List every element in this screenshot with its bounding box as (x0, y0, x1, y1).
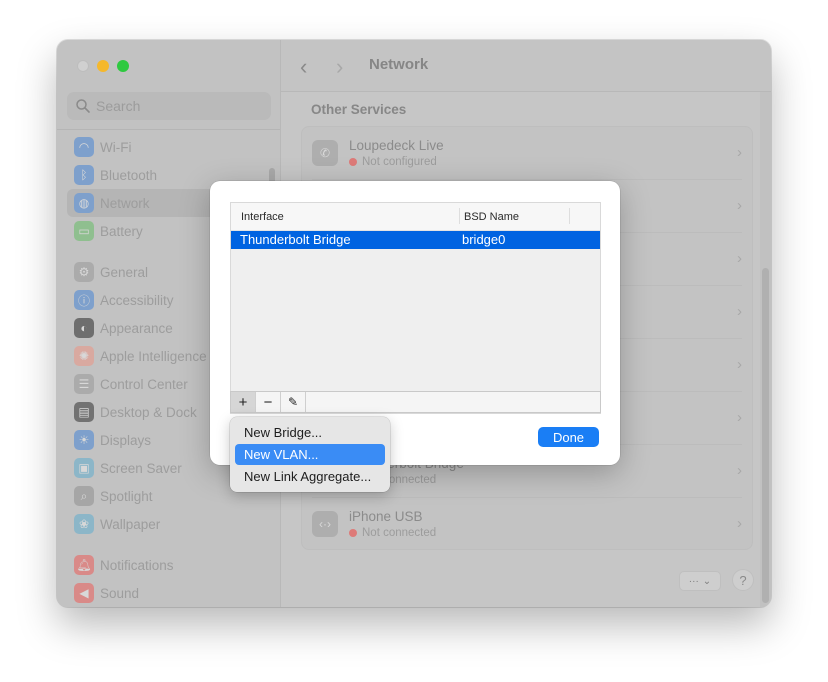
more-actions-button[interactable]: ··· ⌄ (679, 571, 721, 591)
interface-cell: Thunderbolt Bridge (240, 232, 351, 247)
minimize-button[interactable] (97, 60, 109, 72)
edit-button[interactable]: ✎ (281, 392, 306, 412)
sidebar-item-label: Battery (100, 223, 143, 239)
service-row-iphone-usb[interactable]: ‹·› iPhone USB Not connected › (302, 498, 752, 551)
apple-intelligence-icon: ✺ (74, 346, 94, 366)
table-row[interactable]: Thunderbolt Bridge bridge0 (231, 231, 600, 249)
screen-saver-icon: ▣ (74, 458, 94, 478)
main-scrollbar[interactable] (762, 268, 769, 603)
control-center-icon: ☰ (74, 374, 94, 394)
service-status: Not connected (349, 527, 436, 539)
chevron-right-icon: › (737, 515, 742, 532)
table-toolbar: + − ✎ (230, 391, 601, 413)
interfaces-table: Interface BSD Name Thunderbolt Bridge br… (230, 202, 601, 414)
sidebar-item-label: Accessibility (100, 292, 174, 308)
globe-icon: ◍ (74, 193, 94, 213)
sidebar-item-label: Desktop & Dock (100, 404, 197, 420)
remove-button[interactable]: − (256, 392, 281, 412)
usb-icon: ‹·› (312, 511, 338, 537)
bsd-name-cell: bridge0 (462, 232, 506, 247)
sidebar-divider (57, 129, 280, 130)
ellipsis-icon: ··· (688, 575, 699, 587)
desktop-dock-icon: ▤ (74, 402, 94, 422)
chevron-right-icon: › (737, 197, 742, 214)
service-row-loupedeck[interactable]: ✆ Loupedeck Live Not configured › (302, 127, 752, 180)
status-text: Not connected (362, 527, 437, 539)
sidebar-item-wallpaper[interactable]: ❀ Wallpaper (67, 510, 271, 538)
chevron-right-icon: › (737, 250, 742, 267)
close-button[interactable] (77, 60, 89, 72)
sidebar-item-label: Sound (100, 585, 140, 601)
sidebar-item-label: Bluetooth (100, 167, 158, 183)
battery-icon: ▭ (74, 221, 94, 241)
menu-item-new-link-aggregate[interactable]: New Link Aggregate... (235, 466, 385, 487)
sidebar-item-label: Spotlight (100, 488, 153, 504)
sound-icon: ◀︎ (74, 583, 94, 603)
page-title: Network (369, 56, 429, 73)
traffic-lights (77, 60, 129, 72)
spotlight-icon: ⌕ (74, 486, 94, 506)
search-input[interactable]: Search (67, 92, 271, 120)
displays-icon: ☀ (74, 430, 94, 450)
sidebar-item-label: General (100, 264, 149, 280)
column-header-bsd-name[interactable]: BSD Name (464, 211, 519, 223)
phone-icon: ✆ (312, 140, 338, 166)
chevron-right-icon: › (737, 144, 742, 161)
table-header: Interface BSD Name (231, 203, 600, 231)
status-text: Not configured (362, 156, 437, 168)
sidebar-item-label: Apple Intelligence (100, 348, 207, 364)
chevron-right-icon: › (737, 356, 742, 373)
chevron-down-icon: ⌄ (702, 575, 712, 587)
sidebar-item-label: Network (100, 195, 150, 211)
wallpaper-icon: ❀ (74, 514, 94, 534)
add-button[interactable]: + (231, 392, 256, 412)
forward-chevron-icon[interactable]: › (336, 54, 343, 80)
chevron-right-icon: › (737, 462, 742, 479)
sidebar-item-label: Displays (100, 432, 152, 448)
menu-item-new-bridge[interactable]: New Bridge... (235, 422, 385, 443)
section-heading: Other Services (311, 102, 407, 117)
sidebar-item-label: Wi-Fi (100, 139, 132, 155)
sidebar-item-label: Wallpaper (100, 516, 161, 532)
add-interface-menu: New Bridge... New VLAN... New Link Aggre… (230, 417, 390, 492)
service-status: Not configured (349, 156, 437, 168)
notifications-icon: 🔔︎ (74, 555, 94, 575)
service-name: iPhone USB (349, 509, 423, 524)
sidebar-item-label: Screen Saver (100, 460, 182, 476)
accessibility-icon: ⓘ (74, 290, 94, 310)
status-dot (349, 529, 357, 537)
sidebar-item-wifi[interactable]: ◠ Wi-Fi (67, 133, 271, 161)
sidebar-item-label: Appearance (100, 320, 173, 336)
appearance-icon: ◐ (74, 318, 94, 338)
status-dot (349, 158, 357, 166)
chevron-right-icon: › (737, 303, 742, 320)
search-placeholder: Search (96, 98, 141, 114)
search-icon (76, 99, 90, 113)
gear-icon: ⚙ (74, 262, 94, 282)
service-name: Loupedeck Live (349, 138, 444, 153)
wifi-icon: ◠ (74, 137, 94, 157)
toolbar: ‹ › Network (281, 40, 771, 92)
back-chevron-icon[interactable]: ‹ (300, 54, 307, 80)
zoom-button[interactable] (117, 60, 129, 72)
column-header-interface[interactable]: Interface (241, 211, 284, 223)
chevron-right-icon: › (737, 409, 742, 426)
menu-item-new-vlan[interactable]: New VLAN... (235, 444, 385, 465)
done-button[interactable]: Done (538, 427, 599, 447)
sidebar-item-label: Notifications (100, 557, 174, 573)
sidebar-item-label: Control Center (100, 376, 188, 392)
sidebar-item-sound[interactable]: ◀︎ Sound (67, 579, 271, 607)
bluetooth-icon: ᛒ (74, 165, 94, 185)
sidebar-item-notifications[interactable]: 🔔︎ Notifications (67, 551, 271, 579)
help-button[interactable]: ? (732, 569, 754, 591)
